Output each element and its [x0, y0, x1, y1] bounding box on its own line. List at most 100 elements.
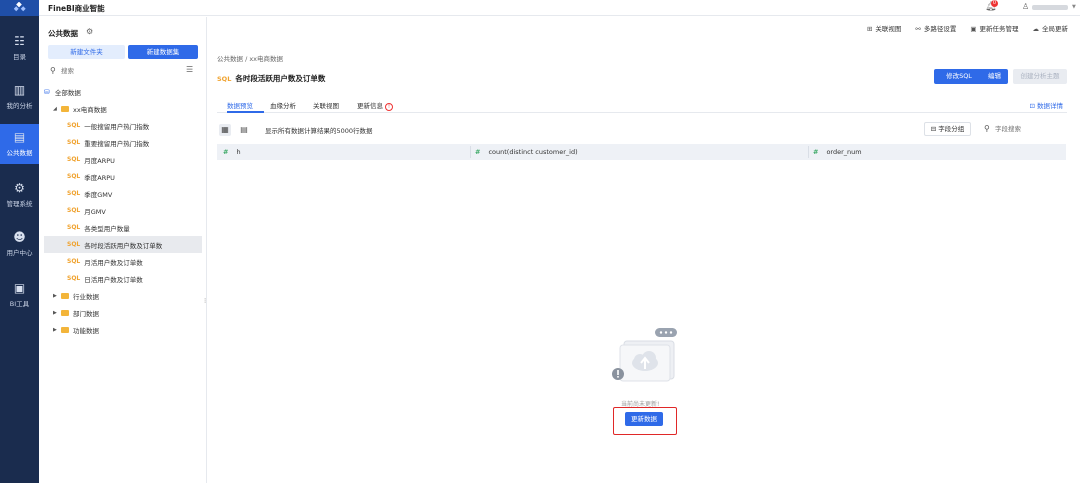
nav-item-my-analysis[interactable]: ▥ 我的分析 [0, 77, 39, 117]
logo[interactable] [0, 0, 39, 16]
new-folder-button[interactable]: 新建文件夹 [48, 45, 125, 59]
tree-label: 一般搜留用户热门指数 [84, 122, 150, 131]
folder-icon [61, 292, 69, 299]
update-task-button[interactable]: ▣ 更新任务管理 [970, 23, 1018, 33]
tree-root[interactable]: ⛁ 全部数据 [44, 83, 202, 100]
tree-dataset-item[interactable]: SQL 月度ARPU [44, 151, 202, 168]
global-toolbar: ⊞ 关联视图 ⚯ 多路径设置 ▣ 更新任务管理 ☁ 全局更新 [867, 23, 1068, 33]
toolbar-label: 全局更新 [1042, 25, 1068, 33]
tree-folder-function[interactable]: ▶ 功能数据 [44, 321, 202, 338]
tree-dataset-item[interactable]: SQL 日活用户数及订单数 [44, 270, 202, 287]
chevron-right-icon[interactable]: ▶ [53, 327, 61, 333]
field-search-input[interactable] [995, 123, 1065, 135]
user-icon: ☻ [13, 230, 26, 244]
new-dataset-button[interactable]: 新建数据集 [128, 45, 198, 59]
chevron-right-icon[interactable]: ▶ [53, 310, 61, 316]
tree-label: 日活用户数及订单数 [84, 275, 143, 284]
nav-item-public-data[interactable]: ▤ 公共数据 [0, 124, 39, 164]
create-topic-button[interactable]: 创建分析主题 [1013, 69, 1067, 84]
tab-data-preview[interactable]: 数据预览 [227, 100, 253, 110]
nav-label: BI工具 [9, 300, 30, 308]
field-group-button[interactable]: ⊟ 字段分组 [924, 122, 971, 136]
cloud-icon: ☁ [1032, 25, 1040, 33]
top-bar: FineBI商业智能 🔔︎ 0 ♙ ▼ [39, 0, 1080, 16]
folder-icon [61, 105, 69, 112]
tree-folder-department[interactable]: ▶ 部门数据 [44, 304, 202, 321]
tree-label: 季度GMV [84, 190, 113, 199]
tree-label: 各类型用户数量 [84, 224, 130, 233]
nav-item-user-center[interactable]: ☻ 用户中心 [0, 224, 39, 264]
grid-view-icon[interactable]: ▦ [219, 124, 231, 136]
related-view-button[interactable]: ⊞ 关联视图 [867, 23, 901, 33]
filter-icon[interactable]: ☰ [186, 65, 193, 74]
edit-button[interactable]: 编辑 [981, 69, 1008, 84]
nav-item-bi-tools[interactable]: ▣ BI工具 [0, 275, 39, 315]
user-icon[interactable]: ♙ [1022, 2, 1029, 11]
column-label: order_num [826, 148, 862, 156]
tree-dataset-item[interactable]: SQL 月GMV [44, 202, 202, 219]
column-header-h[interactable]: # h [223, 148, 241, 156]
chevron-down-icon[interactable]: ▼ [1072, 4, 1076, 10]
tree-dataset-item[interactable]: SQL 季度GMV [44, 185, 202, 202]
username-redacted[interactable] [1032, 5, 1068, 10]
panel-title: 公共数据 [48, 29, 78, 38]
related-view-icon: ⊞ [866, 25, 873, 33]
sql-dataset-icon: SQL [67, 156, 81, 163]
tree-folder-ecommerce[interactable]: ◢ xx电商数据 [44, 100, 202, 117]
tree-label: 全部数据 [54, 88, 81, 97]
folder-icon [61, 326, 69, 333]
nav-label: 管理系统 [6, 200, 33, 208]
chevron-down-icon[interactable]: ◢ [53, 106, 61, 112]
search-icon: ⚲ [984, 124, 990, 133]
multi-path-button[interactable]: ⚯ 多路径设置 [915, 23, 956, 33]
tree-label: 功能数据 [73, 326, 99, 335]
column-divider[interactable] [470, 146, 471, 158]
nav-item-management[interactable]: ⚙ 管理系统 [0, 175, 39, 215]
nav-label: 公共数据 [6, 149, 33, 157]
tree-dataset-item[interactable]: SQL 重要搜留用户热门指数 [44, 134, 202, 151]
table-header: # h # count(distinct customer_id) # order_n… [217, 144, 1066, 160]
tree-dataset-item[interactable]: SQL 季度ARPU [44, 168, 202, 185]
tab-related-view[interactable]: 关联视图 [313, 100, 339, 110]
table-view-icon[interactable]: ▤ [238, 124, 250, 136]
column-header-count[interactable]: # count(distinct customer_id) [475, 148, 578, 156]
tree-dataset-item[interactable]: SQL 各类型用户数量 [44, 219, 202, 236]
toolbar-label: 更新任务管理 [979, 25, 1019, 33]
edit-sql-button[interactable]: 修改SQL [934, 69, 984, 84]
data-detail-link[interactable]: ⊡ 数据详情 [1029, 100, 1063, 110]
page-title: SQL 各时段活跃用户数及订单数 [217, 73, 325, 84]
active-tab-indicator [227, 111, 264, 113]
page-title-text: 各时段活跃用户数及订单数 [235, 74, 326, 83]
update-data-button[interactable]: 更新数据 [625, 412, 663, 426]
tree-label: xx电商数据 [73, 105, 107, 114]
sql-dataset-icon: SQL [67, 173, 81, 180]
field-group-label: 字段分组 [938, 125, 965, 133]
gear-icon[interactable]: ⚙ [86, 27, 93, 36]
breadcrumb[interactable]: 公共数据 / xx电商数据 [217, 53, 283, 63]
chevron-right-icon[interactable]: ▶ [53, 293, 61, 299]
nav-item-catalog[interactable]: ☷ 目录 [0, 28, 39, 68]
tree-label: 月活用户数及订单数 [84, 258, 143, 267]
left-nav: ☷ 目录 ▥ 我的分析 ▤ 公共数据 ⚙ 管理系统 ☻ 用户中心 ▣ BI工具 [0, 0, 39, 483]
sql-dataset-icon: SQL [217, 75, 232, 83]
rows-note: 显示所有数据计算结果的5000行数据 [265, 127, 373, 135]
tree-label: 月GMV [84, 207, 106, 216]
tree-folder-industry[interactable]: ▶ 行业数据 [44, 287, 202, 304]
sql-dataset-icon: SQL [67, 275, 81, 282]
tree-dataset-item[interactable]: SQL 月活用户数及订单数 [44, 253, 202, 270]
global-update-button[interactable]: ☁ 全局更新 [1033, 23, 1069, 33]
nav-label: 目录 [13, 53, 26, 61]
panel-resize-handle[interactable]: ⁞ [204, 297, 206, 305]
tree-dataset-item-selected[interactable]: SQL 各时段活跃用户数及订单数 [44, 236, 202, 253]
search-input[interactable] [61, 65, 181, 76]
main-content: ⊞ 关联视图 ⚯ 多路径设置 ▣ 更新任务管理 ☁ 全局更新 公共数据 / xx电商数据… [208, 17, 1080, 483]
detail-icon: ⊡ [1029, 102, 1037, 110]
warning-icon: ! [385, 103, 393, 111]
tab-label: 更新信息 [357, 102, 383, 110]
column-header-order-num[interactable]: # order_num [813, 148, 862, 156]
nav-label: 用户中心 [6, 249, 33, 257]
column-divider[interactable] [808, 146, 809, 158]
tab-update-info[interactable]: 更新信息! [357, 100, 393, 111]
tab-lineage[interactable]: 血缘分析 [270, 100, 296, 110]
tree-dataset-item[interactable]: SQL 一般搜留用户热门指数 [44, 117, 202, 134]
